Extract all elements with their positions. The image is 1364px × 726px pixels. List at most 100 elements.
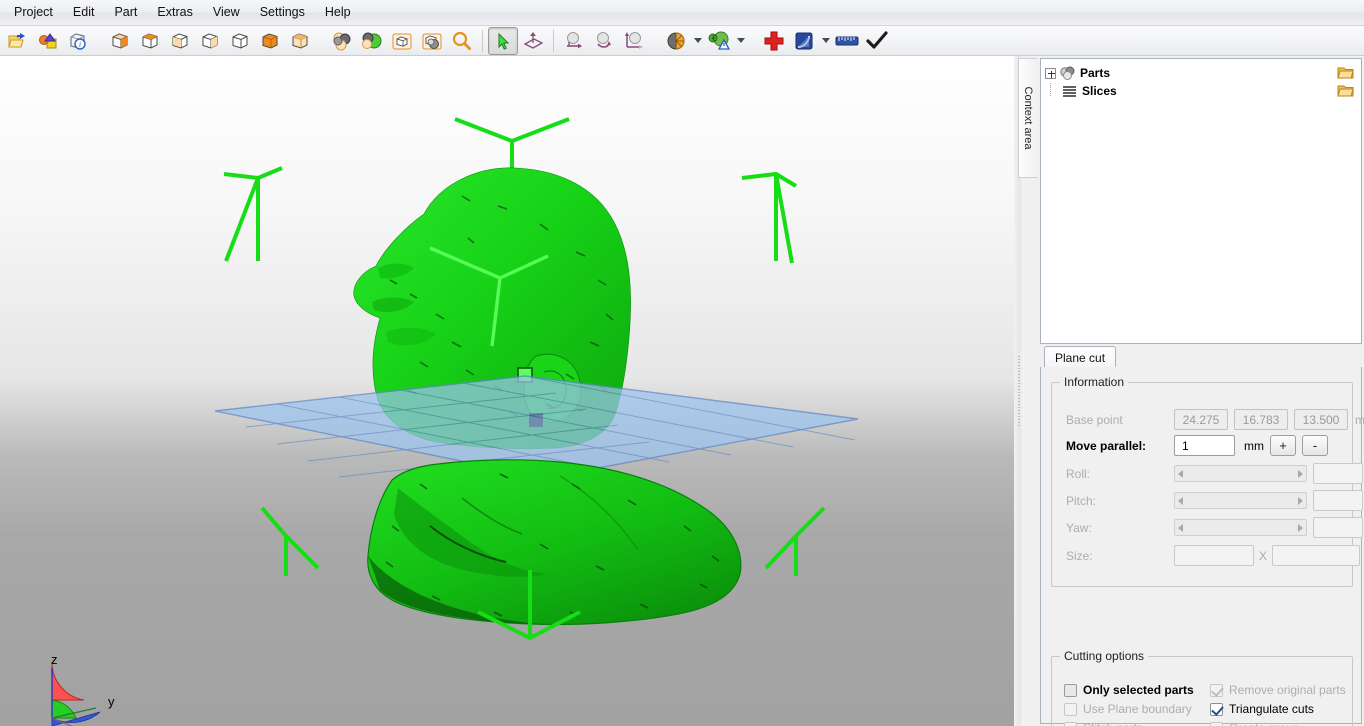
information-legend: Information <box>1064 375 1125 389</box>
checkbox-only-selected-parts-box[interactable] <box>1064 683 1077 697</box>
menu-view[interactable]: View <box>203 1 250 24</box>
size-label: Size: <box>1066 548 1093 563</box>
plane-cut-panel: Information Base point 24.275 16.783 13.… <box>1040 367 1364 726</box>
menu-project[interactable]: Project <box>4 1 63 24</box>
pitch-slider-left-arrow[interactable] <box>1178 496 1183 505</box>
move-parallel-input[interactable]: 1 <box>1174 435 1235 456</box>
open-project-icon[interactable] <box>3 27 33 55</box>
rotate-axes-icon[interactable] <box>619 27 649 55</box>
menu-part[interactable]: Part <box>104 1 147 24</box>
part-info-icon[interactable]: i <box>63 27 93 55</box>
view-left-icon[interactable] <box>255 27 285 55</box>
yaw-slider-right-arrow[interactable] <box>1298 523 1303 532</box>
base-point-x-field[interactable]: 24.275 <box>1174 409 1228 430</box>
tree-item-parts[interactable]: Parts <box>1041 64 1361 82</box>
shaded-smooth-icon[interactable] <box>357 27 387 55</box>
information-group: Information Base point 24.275 16.783 13.… <box>1051 375 1364 587</box>
tab-plane-cut[interactable]: Plane cut <box>1044 346 1117 368</box>
shaded-icon[interactable] <box>327 27 357 55</box>
wireframe-box-icon[interactable] <box>387 27 417 55</box>
cut-plane-icon[interactable] <box>789 27 819 55</box>
menu-help[interactable]: Help <box>315 1 361 24</box>
folder-open-icon-slices[interactable] <box>1337 83 1355 101</box>
cutting-options-legend: Cutting options <box>1064 649 1145 663</box>
context-area-tab[interactable]: Context area <box>1018 58 1037 178</box>
project-tree[interactable]: Parts Slices <box>1040 58 1362 344</box>
move-parallel-label: Move parallel: <box>1066 438 1147 453</box>
viewport-3d[interactable]: z y x <box>0 56 1014 726</box>
pitch-slider-right-arrow[interactable] <box>1298 496 1303 505</box>
move-parallel-unit: mm <box>1244 438 1264 453</box>
gizmo-plane-xz <box>51 661 85 701</box>
menu-edit[interactable]: Edit <box>63 1 105 24</box>
select-cursor-icon[interactable] <box>488 26 518 55</box>
view-back-icon[interactable] <box>225 27 255 55</box>
apply-check-icon[interactable] <box>862 27 892 55</box>
checkbox-triangulate-cuts[interactable]: Triangulate cuts <box>1210 702 1314 716</box>
menu-settings[interactable]: Settings <box>250 1 315 24</box>
measure-icon[interactable] <box>832 27 862 55</box>
size-width-field[interactable] <box>1174 545 1254 566</box>
checkbox-triangulate-cuts-label: Triangulate cuts <box>1229 702 1314 716</box>
tree-label-slices: Slices <box>1082 84 1117 98</box>
rotate-icon[interactable] <box>559 27 589 55</box>
tree-item-slices[interactable]: Slices <box>1041 82 1361 100</box>
checkbox-create-group-box <box>1210 721 1223 726</box>
folder-open-icon-parts[interactable] <box>1337 65 1355 83</box>
yaw-slider[interactable] <box>1174 519 1307 536</box>
yaw-value-field[interactable] <box>1313 517 1363 538</box>
view-front-icon[interactable] <box>195 27 225 55</box>
right-panel: Parts Slices Plane cut Information Base … <box>1038 56 1364 726</box>
yaw-slider-left-arrow[interactable] <box>1178 523 1183 532</box>
solid-box-icon[interactable] <box>417 27 447 55</box>
analysis-caret[interactable] <box>734 27 747 55</box>
cut-plane-caret[interactable] <box>819 27 832 55</box>
base-point-y-field[interactable]: 16.783 <box>1234 409 1288 430</box>
checkbox-stitch-parts: Stitch parts <box>1064 721 1143 726</box>
checkbox-triangulate-cuts-box[interactable] <box>1210 702 1223 716</box>
svg-text:i: i <box>79 40 81 49</box>
render-mode-caret[interactable] <box>691 27 704 55</box>
model-head-lower <box>367 459 742 626</box>
checkbox-stitch-parts-box <box>1064 721 1077 726</box>
parts-spheres-icon <box>1058 65 1076 81</box>
checkbox-stitch-parts-label: Stitch parts <box>1083 721 1143 726</box>
view-iso-icon[interactable] <box>105 27 135 55</box>
select-surface-icon[interactable] <box>518 27 548 55</box>
move-parallel-row: Move parallel: 1 mm + - <box>1066 435 1328 456</box>
scene-3d[interactable]: z y x <box>0 56 1014 726</box>
move-parallel-minus-button[interactable]: - <box>1302 435 1328 456</box>
pitch-slider[interactable] <box>1174 492 1307 509</box>
checkbox-only-selected-parts[interactable]: Only selected parts <box>1064 683 1194 697</box>
cutting-options-group: Cutting options Only selected parts Remo… <box>1051 649 1353 726</box>
roll-slider-right-arrow[interactable] <box>1298 469 1303 478</box>
repair-icon[interactable] <box>759 27 789 55</box>
roll-slider[interactable] <box>1174 465 1307 482</box>
expander-plus-icon[interactable] <box>1045 67 1056 79</box>
yaw-label: Yaw: <box>1066 520 1092 535</box>
yaw-row: Yaw: ° <box>1066 517 1364 538</box>
move-parallel-plus-button[interactable]: + <box>1270 435 1296 456</box>
new-part-icon[interactable] <box>33 27 63 55</box>
base-point-z-field[interactable]: 13.500 <box>1294 409 1348 430</box>
menu-extras[interactable]: Extras <box>147 1 202 24</box>
size-height-field[interactable] <box>1272 545 1360 566</box>
view-right-icon[interactable] <box>285 27 315 55</box>
roll-value-field[interactable] <box>1313 463 1363 484</box>
roll-slider-left-arrow[interactable] <box>1178 469 1183 478</box>
zoom-icon[interactable] <box>447 27 477 55</box>
rotate-alt-icon[interactable] <box>589 27 619 55</box>
render-mode-icon[interactable] <box>661 27 691 55</box>
checkbox-use-plane-boundary-label: Use Plane boundary <box>1083 702 1192 716</box>
pitch-label: Pitch: <box>1066 493 1097 508</box>
pitch-value-field[interactable] <box>1313 490 1363 511</box>
view-bottom-icon[interactable] <box>165 27 195 55</box>
view-top-icon[interactable] <box>135 27 165 55</box>
svg-text:€: € <box>712 34 717 43</box>
tree-connector <box>1045 82 1058 97</box>
checkbox-remove-original-parts-box <box>1210 683 1223 697</box>
context-area-label: Context area <box>1022 86 1034 150</box>
checkbox-create-group-label: Create group <box>1229 721 1299 726</box>
bbox-marker-lower-right <box>764 506 826 576</box>
analysis-icon[interactable]: € <box>704 27 734 55</box>
